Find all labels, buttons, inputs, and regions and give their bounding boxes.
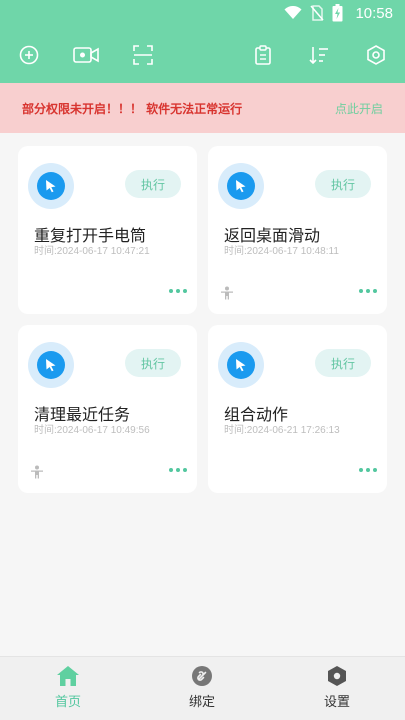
battery-charging-icon (332, 4, 343, 22)
settings-hex-icon (367, 45, 385, 65)
scan-icon (133, 45, 153, 65)
toolbar (0, 38, 405, 70)
sort-icon (309, 47, 328, 64)
task-time: 时间:2024-06-21 17:26:13 (224, 425, 340, 436)
task-icon (28, 342, 74, 388)
person-icon (31, 465, 43, 479)
clipboard-button[interactable] (250, 42, 276, 68)
execute-button[interactable]: 执行 (125, 349, 181, 377)
wifi-icon (284, 6, 302, 19)
task-card[interactable]: 执行 组合动作 时间:2024-06-21 17:26:13 (208, 325, 387, 493)
execute-button[interactable]: 执行 (315, 170, 371, 198)
cursor-icon (46, 359, 56, 372)
nav-label-bind: 绑定 (188, 695, 215, 710)
task-card[interactable]: 执行 返回桌面滑动 时间:2024-06-17 10:48:11 (208, 146, 387, 314)
clipboard-icon (255, 45, 271, 65)
task-card[interactable]: 执行 清理最近任务 时间:2024-06-17 10:49:56 (18, 325, 197, 493)
nav-label-settings: 设置 (323, 695, 350, 710)
task-icon (28, 163, 74, 209)
nav-item-bind[interactable]: 绑定 (162, 665, 242, 717)
no-sim-icon (310, 5, 325, 21)
cursor-icon (236, 180, 246, 193)
add-circle-icon (19, 45, 39, 65)
add-button[interactable] (16, 42, 42, 68)
home-icon (57, 666, 79, 686)
task-icon (218, 342, 264, 388)
record-button[interactable] (72, 42, 100, 68)
status-clock: 10:58 (355, 4, 393, 22)
execute-button[interactable]: 执行 (125, 170, 181, 198)
bottom-nav: 首页 绑定 设置 (0, 656, 405, 720)
more-options-button[interactable] (169, 289, 187, 295)
task-icon (218, 163, 264, 209)
execute-button[interactable]: 执行 (315, 349, 371, 377)
person-icon (221, 286, 233, 300)
task-time: 时间:2024-06-17 10:49:56 (34, 425, 150, 436)
sort-button[interactable] (306, 42, 332, 68)
cursor-icon (46, 180, 56, 193)
link-icon (192, 666, 212, 686)
cursor-icon (236, 359, 246, 372)
app-header: 10:58 (0, 0, 405, 83)
nav-item-home[interactable]: 首页 (28, 665, 108, 717)
enable-permission-link[interactable]: 点此开启 (335, 100, 383, 117)
scan-button[interactable] (130, 42, 156, 68)
settings-button[interactable] (363, 42, 389, 68)
permission-warning-text: 部分权限未开启！！！ 软件无法正常运行 (22, 101, 243, 116)
nav-label-home: 首页 (54, 695, 81, 710)
status-bar: 10:58 (0, 0, 405, 28)
nav-item-settings[interactable]: 设置 (297, 665, 377, 717)
more-options-button[interactable] (169, 468, 187, 474)
settings-icon (328, 666, 346, 686)
task-card[interactable]: 执行 重复打开手电筒 时间:2024-06-17 10:47:21 (18, 146, 197, 314)
task-time: 时间:2024-06-17 10:48:11 (224, 246, 339, 257)
permission-warning-bar: 部分权限未开启！！！ 软件无法正常运行 点此开启 (0, 83, 405, 133)
task-time: 时间:2024-06-17 10:47:21 (34, 246, 150, 257)
video-camera-icon (73, 47, 99, 63)
more-options-button[interactable] (359, 468, 377, 474)
more-options-button[interactable] (359, 289, 377, 295)
